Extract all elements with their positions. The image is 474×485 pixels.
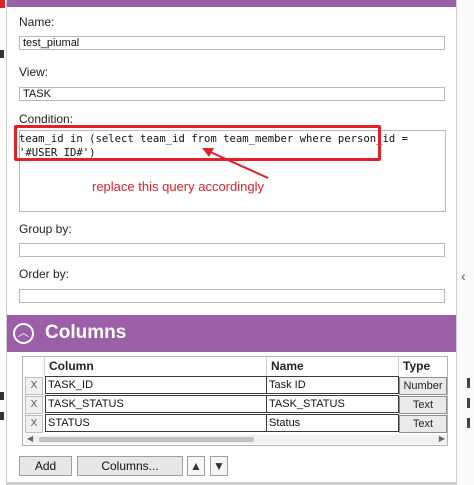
left-window-edge [0,0,7,485]
name-input[interactable]: test_piumal [19,36,445,50]
remove-row-button[interactable]: X [25,377,43,395]
scroll-left-icon[interactable]: ◀ [27,434,33,443]
type-button[interactable]: Number [399,377,447,395]
columns-button[interactable]: Columns... [77,456,183,476]
order-by-label: Order by: [19,267,70,281]
scrollbar-thumb[interactable] [39,437,254,442]
column-header-name[interactable]: Name [267,357,399,376]
type-button[interactable]: Text [399,396,447,414]
remove-row-button[interactable]: X [25,396,43,414]
right-edge-marker [467,398,470,408]
left-edge-marker [0,392,4,400]
name-label: Name: [19,15,55,29]
scroll-right-icon[interactable]: ▶ [439,434,445,443]
columns-grid: Column Name Type X TASK_ID Task ID Numbe… [22,356,448,446]
grid-row-header-corner [23,357,45,376]
type-button[interactable]: Text [399,415,447,433]
left-edge-marker [0,50,4,58]
add-button[interactable]: Add [19,456,72,476]
columns-section-title: Columns [45,322,127,343]
condition-label: Condition: [19,112,74,126]
chevron-up-circle-icon[interactable]: ︿ [13,323,34,344]
move-up-button[interactable]: ▲ [187,456,205,476]
table-row-column-cell[interactable]: STATUS [45,414,267,432]
right-side-panel[interactable]: ‹ [456,0,474,485]
view-label: View: [19,65,49,79]
chevron-left-icon[interactable]: ‹ [461,268,466,284]
chevron-up-icon: ▲ [190,459,202,473]
column-header-column[interactable]: Column [45,357,267,376]
column-header-type[interactable]: Type [399,357,447,376]
table-row-column-cell[interactable]: TASK_ID [45,376,267,394]
group-by-label: Group by: [19,222,72,236]
annotation-arrow-icon [202,148,269,179]
right-edge-marker [467,378,470,388]
highlight-box [14,125,381,161]
table-row-name-cell[interactable]: TASK_STATUS [266,395,399,413]
view-input[interactable]: TASK [19,87,445,101]
group-by-input[interactable] [19,243,445,257]
columns-section-header[interactable]: ︿ Columns [7,315,456,352]
right-edge-marker [467,418,470,428]
order-by-input[interactable] [19,289,445,303]
table-row-name-cell[interactable]: Task ID [266,376,399,394]
move-down-button[interactable]: ▼ [210,456,228,476]
table-row-column-cell[interactable]: TASK_STATUS [45,395,267,413]
remove-row-button[interactable]: X [25,415,43,433]
left-edge-marker [0,412,4,420]
left-edge-marker-red [0,0,5,8]
chevron-down-icon: ▼ [213,459,225,473]
annotation-text: replace this query accordingly [92,179,264,194]
horizontal-scrollbar[interactable]: ◀ ▶ [25,434,447,444]
top-accent-bar [7,0,456,7]
table-row-name-cell[interactable]: Status [266,414,399,432]
